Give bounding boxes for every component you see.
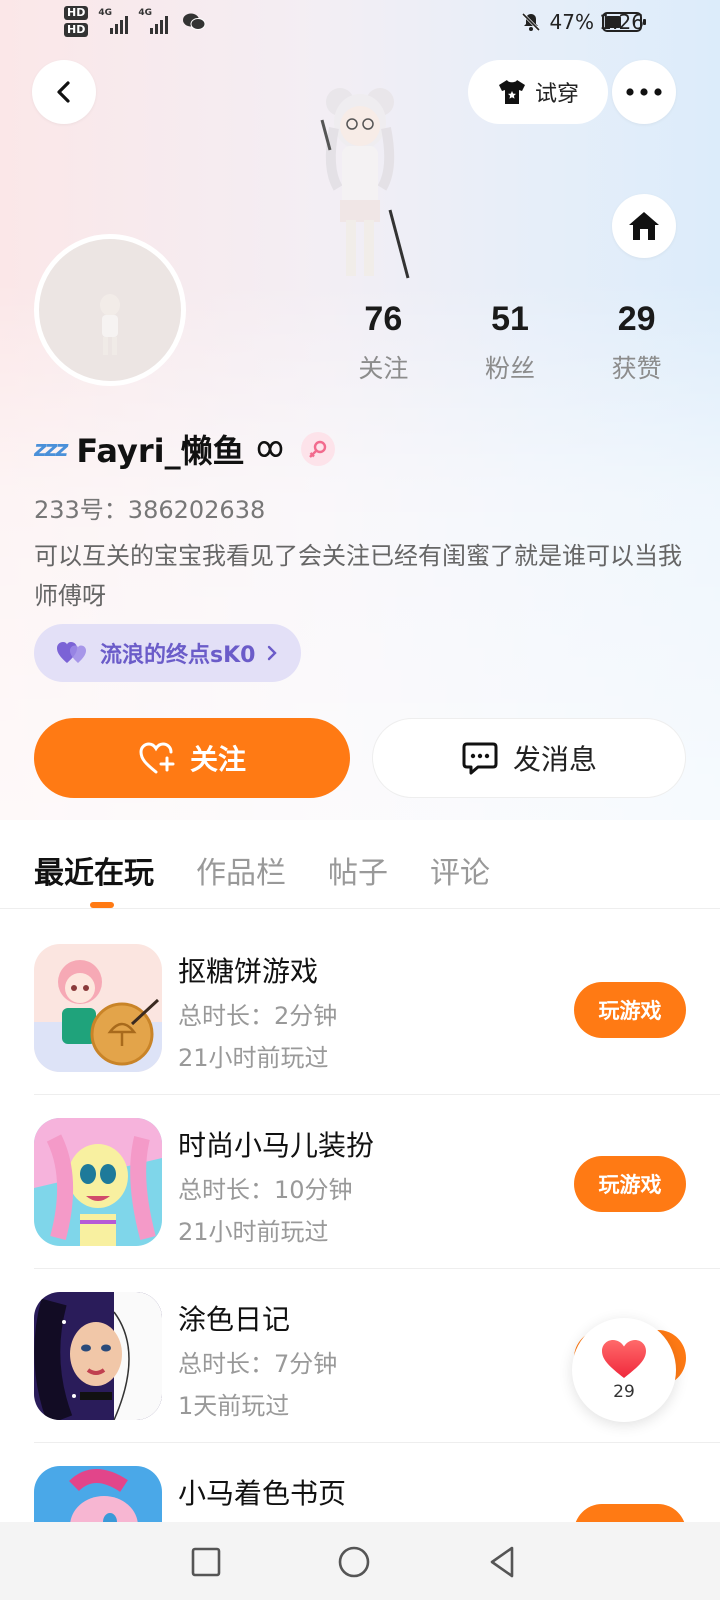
- dalgona-game-icon: [34, 944, 162, 1072]
- back-triangle-icon[interactable]: [484, 1544, 520, 1580]
- following-count: 76: [364, 300, 403, 338]
- try-on-button[interactable]: 试穿: [468, 60, 608, 124]
- game-title: 涂色日记: [178, 1303, 291, 1336]
- followers-count: 51: [491, 300, 529, 338]
- dress-up-character-image: [320, 88, 410, 279]
- tab-works[interactable]: 作品栏: [196, 848, 286, 892]
- list-divider: [34, 1442, 720, 1443]
- avatar-character-image: [100, 294, 120, 355]
- likes-label: 获赞: [611, 354, 662, 383]
- tab-comments[interactable]: 评论: [430, 848, 490, 892]
- tabs-divider: [0, 908, 720, 909]
- followers-label: 粉丝: [485, 354, 536, 383]
- game-title: 时尚小马儿装扮: [178, 1129, 375, 1162]
- status-bar: HD HD 4G 4G 47% 1:26: [0, 0, 720, 50]
- stat-following[interactable]: 76 关注: [320, 300, 447, 385]
- game-duration: 总时长：7分钟: [178, 1350, 338, 1378]
- follow-button[interactable]: 关注: [34, 718, 350, 798]
- hd-badge-2: HD: [64, 23, 89, 37]
- female-gender-badge: [300, 432, 335, 466]
- game-last-played: 21小时前玩过: [178, 1044, 329, 1072]
- user-bio: 可以互关的宝宝我看见了会关注已经有闺蜜了就是谁可以当我师傅呀: [34, 542, 682, 610]
- follow-label: 关注: [189, 743, 246, 776]
- game-title: 小马着色书页: [178, 1477, 347, 1510]
- username: Fayri_懒鱼: [76, 432, 245, 470]
- try-on-label: 试穿: [534, 82, 579, 107]
- wechat-icon: [183, 13, 206, 30]
- cp-partner-tag[interactable]: 流浪的终点sK0: [34, 624, 302, 682]
- chat-bubble-icon: [462, 742, 498, 775]
- signal-1-label: 4G: [98, 7, 112, 18]
- hd-badge-1: HD: [64, 6, 89, 20]
- signal-icon-1: 4G: [98, 7, 129, 34]
- status-left: HD HD 4G 4G: [64, 6, 206, 37]
- cp-partner-name: 流浪的终点sK0: [100, 643, 256, 668]
- game-duration: 总时长：10分钟: [178, 1176, 353, 1204]
- home-button[interactable]: [612, 194, 676, 258]
- like-count: 29: [613, 1382, 635, 1402]
- chevron-right-icon: [268, 645, 278, 661]
- game-last-played: 21小时前玩过: [178, 1218, 329, 1246]
- user-id: 233号：386202638: [34, 496, 266, 524]
- female-icon: [308, 440, 326, 458]
- tshirt-icon: [498, 80, 525, 104]
- home-circle-icon[interactable]: [336, 1544, 372, 1580]
- double-heart-icon: [57, 642, 86, 663]
- pony-dress-up-game-icon: [34, 1118, 162, 1246]
- stat-likes[interactable]: 29 获赞: [573, 300, 700, 385]
- following-label: 关注: [358, 354, 409, 383]
- back-button[interactable]: [32, 60, 96, 124]
- chevron-left-icon: [57, 81, 70, 103]
- coloring-diary-game-icon: [34, 1292, 162, 1420]
- hd-indicators: HD HD: [64, 6, 89, 37]
- profile-stats: 76 关注 51 粉丝 29 获赞: [320, 300, 700, 385]
- loop-symbol-icon: [257, 440, 282, 458]
- more-button[interactable]: [612, 60, 676, 124]
- list-divider: [34, 1268, 720, 1269]
- heart-icon: [602, 1340, 646, 1378]
- signal-2-label: 4G: [138, 7, 152, 18]
- likes-count: 29: [617, 300, 656, 338]
- clock: 1:26: [599, 10, 644, 34]
- game-item[interactable]: 抠糖饼游戏 总时长：2分钟 21小时前玩过 玩游戏: [34, 944, 686, 1094]
- sleep-zzz-icon: zzz: [34, 436, 68, 462]
- heart-plus-icon: [139, 742, 175, 774]
- tab-recently-played[interactable]: 最近在玩: [34, 848, 154, 892]
- stat-followers[interactable]: 51 粉丝: [447, 300, 574, 385]
- mute-bell-icon: [521, 12, 540, 32]
- username-row: zzz Fayri_懒鱼: [34, 426, 335, 472]
- game-item[interactable]: 时尚小马儿装扮 总时长：10分钟 21小时前玩过 玩游戏: [34, 1118, 686, 1268]
- game-title: 抠糖饼游戏: [178, 955, 319, 988]
- recent-apps-icon[interactable]: [188, 1544, 224, 1580]
- home-icon: [629, 212, 659, 240]
- signal-icon-2: 4G: [138, 7, 169, 34]
- tab-posts[interactable]: 帖子: [328, 848, 388, 892]
- floating-like-button[interactable]: 29: [572, 1318, 676, 1422]
- battery-percent: 47%: [549, 10, 594, 34]
- send-message-button[interactable]: 发消息: [372, 718, 686, 798]
- play-game-button[interactable]: 玩游戏: [574, 1156, 686, 1212]
- profile-tabs: 最近在玩 作品栏 帖子 评论: [34, 848, 490, 892]
- more-dots-icon: [626, 88, 662, 96]
- system-navigation-bar: [0, 1522, 720, 1600]
- game-last-played: 1天前玩过: [178, 1392, 290, 1420]
- game-duration: 总时长：2分钟: [178, 1002, 338, 1030]
- profile-avatar[interactable]: [34, 234, 186, 386]
- send-message-label: 发消息: [512, 743, 597, 776]
- list-divider: [34, 1094, 720, 1095]
- play-game-button[interactable]: 玩游戏: [574, 982, 686, 1038]
